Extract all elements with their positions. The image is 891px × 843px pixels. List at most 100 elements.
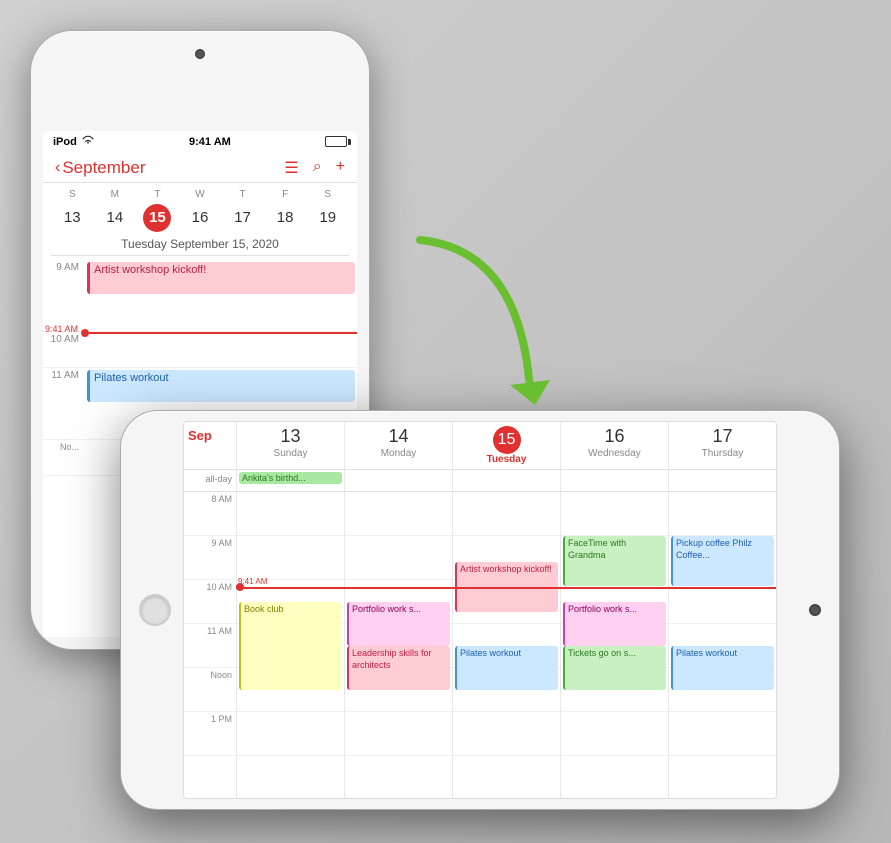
ipod-label: iPod: [53, 136, 77, 148]
event-facetime[interactable]: FaceTime with Grandma: [563, 536, 666, 586]
col-wednesday[interactable]: 16 Wednesday: [560, 422, 668, 469]
sep-label: Sep: [188, 428, 212, 443]
wednesday-8am: [561, 492, 668, 536]
event-artist-workshop-tue[interactable]: Artist workshop kickoff!: [455, 562, 558, 612]
event-book-club-label: Book club: [244, 604, 284, 614]
day-17[interactable]: 17: [229, 204, 257, 232]
week-numbers: 13 14 15 16 17 18 19: [51, 202, 349, 234]
tuesday-8am: [453, 492, 560, 536]
slot-11am: 11 AM: [184, 624, 236, 668]
time-label-noon: No...: [43, 440, 85, 475]
time-content-9am: Artist workshop kickoff!: [85, 260, 357, 331]
event-pilates-tue[interactable]: Pilates workout: [455, 646, 558, 690]
day-label-fri: F: [264, 189, 307, 200]
thursday-10am: [669, 580, 776, 624]
day-name-monday: Monday: [347, 448, 450, 459]
day-num-13: 13: [239, 426, 342, 448]
list-icon[interactable]: ☰: [284, 158, 298, 178]
camera: [195, 49, 205, 59]
day-col-thursday: Pickup coffee Philz Coffee... Pilates wo…: [668, 492, 776, 798]
chevron-left-icon: ‹: [55, 159, 60, 177]
thursday-8am: [669, 492, 776, 536]
battery-icon: [325, 136, 347, 147]
allday-row: all-day Ankita's birthd...: [184, 470, 776, 492]
time-row-9am: 9 AM Artist workshop kickoff!: [43, 260, 357, 332]
month-title: September: [62, 158, 145, 178]
selected-date-label: Tuesday September 15, 2020: [51, 234, 349, 256]
day-name-wednesday: Wednesday: [563, 448, 666, 459]
calendar-toolbar: ☰ ⌕ +: [284, 158, 345, 178]
landscape-screen: Sep 13 Sunday 14 Monday 15 Tuesday: [183, 421, 777, 799]
time-spacer: Sep: [184, 422, 236, 469]
col-sunday[interactable]: 13 Sunday: [236, 422, 344, 469]
wifi-icon: [81, 135, 95, 148]
time-labels-col: 8 AM 9 AM 10 AM 11 AM Noon 1 PM: [184, 492, 236, 798]
arrow: [390, 230, 550, 435]
event-tickets-label: Tickets go on s...: [568, 648, 636, 658]
day-col-sunday: Book club: [236, 492, 344, 798]
camera-right: [809, 604, 821, 616]
day-col-tuesday: Artist workshop kickoff! Pilates workout: [452, 492, 560, 798]
day-13[interactable]: 13: [58, 204, 86, 232]
time-grid: 8 AM 9 AM 10 AM 11 AM Noon 1 PM: [184, 492, 776, 798]
event-leadership[interactable]: Leadership skills for architects: [347, 646, 450, 690]
event-tickets[interactable]: Tickets go on s...: [563, 646, 666, 690]
event-portfolio-wed-label: Portfolio work s...: [568, 604, 637, 614]
day-label-sat: S: [306, 189, 349, 200]
monday-1pm: [345, 712, 452, 756]
status-left: iPod: [53, 135, 95, 148]
event-ankitas-birthday[interactable]: Ankita's birthd...: [239, 472, 342, 484]
time-label-9am: 9 AM: [43, 260, 85, 331]
day-label-tue: T: [136, 189, 179, 200]
month-back-button[interactable]: ‹ September: [55, 158, 146, 178]
day-14[interactable]: 14: [101, 204, 129, 232]
event-book-club[interactable]: Book club: [239, 602, 342, 690]
monday-9am: [345, 536, 452, 580]
weekday-labels: S M T W T F S: [51, 187, 349, 202]
slot-10am: 10 AM: [184, 580, 236, 624]
current-time-line: [89, 332, 357, 334]
day-15-today[interactable]: 15: [143, 204, 171, 232]
time-label-10am: 10 AM: [43, 332, 85, 367]
day-label-sun: S: [51, 189, 94, 200]
event-pilates-thu[interactable]: Pilates workout: [671, 646, 774, 690]
tuesday-1pm: [453, 712, 560, 756]
event-pilates-thu-label: Pilates workout: [676, 648, 737, 658]
event-facetime-label: FaceTime with Grandma: [568, 538, 626, 560]
sunday-8am: [237, 492, 344, 536]
allday-sunday: Ankita's birthd...: [236, 470, 344, 491]
search-icon[interactable]: ⌕: [313, 158, 322, 178]
event-portfolio-wed[interactable]: Portfolio work s...: [563, 602, 666, 646]
day-18[interactable]: 18: [271, 204, 299, 232]
col-thursday[interactable]: 17 Thursday: [668, 422, 776, 469]
day-name-sunday: Sunday: [239, 448, 342, 459]
calendar-header: ‹ September ☰ ⌕ +: [43, 152, 357, 183]
event-pickup-coffee[interactable]: Pickup coffee Philz Coffee...: [671, 536, 774, 586]
event-pilates[interactable]: Pilates workout: [87, 370, 355, 402]
day-label-wed: W: [179, 189, 222, 200]
sunday-9am: [237, 536, 344, 580]
sunday-1pm: [237, 712, 344, 756]
event-artist-workshop[interactable]: Artist workshop kickoff!: [87, 262, 355, 294]
wednesday-1pm: [561, 712, 668, 756]
allday-tuesday: [452, 470, 560, 491]
slot-8am: 8 AM: [184, 492, 236, 536]
landscape-calendar: Sep 13 Sunday 14 Monday 15 Tuesday: [184, 422, 776, 798]
week-grid: S M T W T F S 13 14 15 16 17 18 19 Tuesd…: [43, 183, 357, 260]
time-inner: 8 AM 9 AM 10 AM 11 AM Noon 1 PM: [184, 492, 776, 798]
day-col-wednesday: FaceTime with Grandma Portfolio work s..…: [560, 492, 668, 798]
allday-monday: [344, 470, 452, 491]
ipod-landscape: Sep 13 Sunday 14 Monday 15 Tuesday: [120, 410, 840, 810]
slot-9am: 9 AM: [184, 536, 236, 580]
event-portfolio-monday-label: Portfolio work s...: [352, 604, 421, 614]
day-num-17: 17: [671, 426, 774, 448]
allday-thursday: [668, 470, 776, 491]
time-row-10am: 10 AM: [43, 332, 357, 368]
home-button[interactable]: [139, 594, 171, 626]
day-16[interactable]: 16: [186, 204, 214, 232]
add-event-button[interactable]: +: [336, 158, 345, 178]
day-name-thursday: Thursday: [671, 448, 774, 459]
status-bar: iPod 9:41 AM: [43, 131, 357, 152]
day-19[interactable]: 19: [314, 204, 342, 232]
event-portfolio-monday[interactable]: Portfolio work s...: [347, 602, 450, 646]
